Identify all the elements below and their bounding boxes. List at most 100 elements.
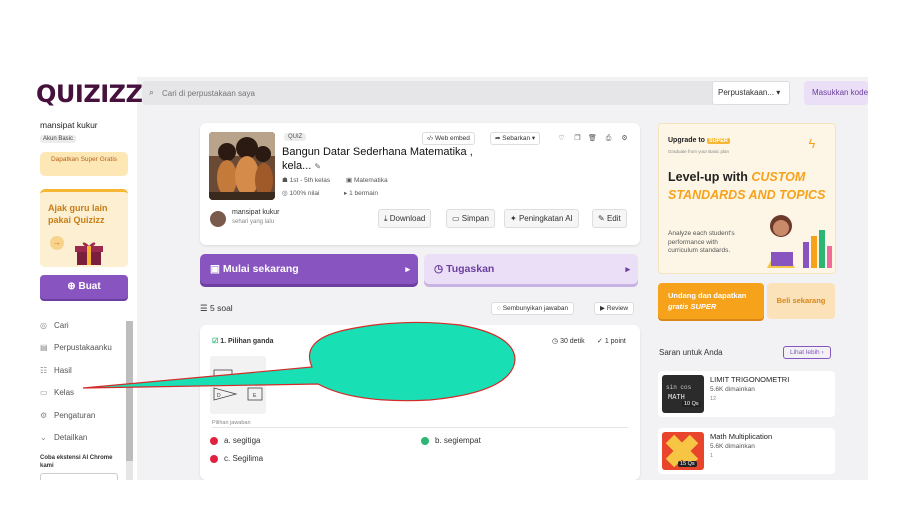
- check-icon: ☑: [212, 338, 219, 345]
- invite-get-super-button[interactable]: Undang dan dapatkan gratis SUPER: [658, 283, 764, 319]
- promo-headline: Level-up with CUSTOM STANDARDS AND TOPIC…: [668, 168, 828, 204]
- trash-icon[interactable]: 🗑: [587, 133, 598, 145]
- search-bar[interactable]: ⌕: [142, 81, 790, 105]
- sidebar-item-label: Kelas: [54, 388, 75, 398]
- question-card: ☑ 1. Pilihan ganda ◷ 30 detik ✓ 1 point …: [200, 325, 640, 480]
- question-count-badge: 15 Qs: [678, 461, 697, 467]
- upgrade-promo-card[interactable]: Upgrade to SUPER Graduate from your Basi…: [658, 123, 836, 274]
- quizizz-app: QUIZIZZ mansipat kukur Akun Basic Dapatk…: [30, 77, 868, 480]
- hide-answers-label: Sembunyikan jawaban: [502, 305, 569, 312]
- classes-icon: ▭: [40, 388, 48, 398]
- gear-icon[interactable]: ⚙: [619, 133, 630, 145]
- hide-answers-button[interactable]: ◌ Sembunyikan jawaban: [491, 302, 575, 315]
- join-code-button[interactable]: Masukkan kode: [804, 81, 868, 105]
- quiz-type-badge: QUIZ: [284, 133, 307, 141]
- bolt-icon: ϟ: [808, 136, 816, 151]
- correct-dot-icon: [421, 436, 429, 445]
- save-button[interactable]: ▭ Simpan: [446, 209, 495, 228]
- suggestion-count: 12: [710, 396, 717, 402]
- create-label: Buat: [78, 281, 101, 292]
- library-select[interactable]: Perpustakaan... ▾: [712, 81, 790, 105]
- upgrade-heading: Upgrade to SUPER: [668, 137, 730, 144]
- suggestion-card[interactable]: sin cos MATH 10 Qs LIMIT TRIGONOMETRI 5.…: [658, 371, 835, 417]
- question-count: ☰ 5 soal: [200, 303, 233, 314]
- start-label: Mulai sekarang: [222, 263, 299, 275]
- target-icon: ◎: [282, 190, 288, 197]
- arrow-right-icon[interactable]: →: [50, 236, 64, 250]
- suggestion-thumbnail: sin cos MATH: [662, 375, 704, 413]
- chrome-extension-button[interactable]: [40, 473, 118, 480]
- upgrade-prefix: Upgrade to: [668, 137, 705, 144]
- sidebar-item-search[interactable]: ◎ Cari: [40, 314, 130, 337]
- chrome-extension-text: Coba ekstensi AI Chrome kami: [40, 455, 113, 469]
- incorrect-dot-icon: [210, 436, 218, 445]
- players-meta: ▸ 1 bermain: [344, 189, 378, 197]
- shape-label-d: D: [217, 393, 221, 399]
- avatar[interactable]: [210, 211, 226, 227]
- ai-enhance-button[interactable]: ✦ Peningkatan AI: [504, 209, 579, 228]
- review-label: Review: [606, 305, 629, 312]
- upgrade-subtitle: Graduate from your Basic plan: [668, 149, 730, 154]
- quizizz-logo[interactable]: QUIZIZZ: [36, 80, 143, 108]
- sidebar-item-library[interactable]: ▤ Perpustakaanku: [40, 337, 130, 360]
- user-name: mansipat kukur: [40, 120, 98, 130]
- sidebar-scrollbar-thumb[interactable]: [126, 321, 133, 461]
- web-embed-button[interactable]: ‹/› Web embed: [422, 132, 475, 145]
- copy-icon[interactable]: ❐: [572, 133, 583, 145]
- question-points-text: 1 point: [604, 338, 626, 345]
- share-button[interactable]: ➦ Sebarkan ▾: [490, 132, 541, 145]
- quiz-title-text: Bangun Datar Sederhana Matematika , kela…: [282, 146, 473, 172]
- sidebar-nav: ◎ Cari ▤ Perpustakaanku ☷ Hasil ▭ Kelas ⚙ Pen…: [40, 314, 130, 449]
- assign-button[interactable]: ◷ Tugaskan ▸: [424, 254, 638, 284]
- sidebar-item-label: Pengaturan: [54, 410, 96, 420]
- start-now-button[interactable]: ▣ Mulai sekarang ▸: [200, 254, 418, 284]
- quiz-title: Bangun Datar Sederhana Matematika , kela…: [282, 145, 482, 174]
- option-c-label: c. Segilima: [224, 454, 264, 463]
- plan-badge: Akun Basic: [40, 135, 77, 143]
- edit-icon: ✎: [598, 214, 605, 223]
- invite-btn-line1: Undang dan dapatkan: [668, 291, 747, 300]
- buy-now-button[interactable]: Beli sekarang: [767, 283, 835, 319]
- compass-icon: ◎: [40, 320, 47, 330]
- quiz-cover-image: [209, 132, 275, 200]
- chevron-right-icon: ›: [821, 349, 824, 356]
- suggestion-name: LIMIT TRIGONOMETRI: [710, 375, 790, 384]
- screenshot-stage: QUIZIZZ mansipat kukur Akun Basic Dapatk…: [0, 0, 900, 506]
- invite-teachers-card[interactable]: Ajak guru lain pakai Quizizz →: [40, 189, 128, 267]
- caret-down-icon: ▾: [531, 135, 536, 142]
- eye-off-icon: ◌: [497, 305, 501, 312]
- print-icon[interactable]: ⎙: [603, 133, 614, 145]
- heart-icon[interactable]: ♡: [556, 133, 567, 145]
- see-more-button[interactable]: Lihat lebih ›: [783, 346, 831, 359]
- get-super-button[interactable]: Dapatkan Super Gratis: [40, 152, 128, 176]
- option-b-label: b. segiempat: [435, 436, 481, 445]
- download-button[interactable]: ⤓ Download: [378, 209, 432, 228]
- sidebar-item-more[interactable]: ⌄ Detailkan: [40, 427, 130, 450]
- subject-icon: ▣: [346, 177, 353, 184]
- suggestion-name: Math Multiplication: [710, 432, 773, 441]
- save-label: Simpan: [461, 214, 489, 223]
- suggestion-card[interactable]: 15 Qs Math Multiplication 5.6K dimainkan…: [658, 428, 835, 474]
- edit-button[interactable]: ✎ Edit: [592, 209, 627, 228]
- monitor-icon: ▣: [210, 263, 220, 275]
- pencil-icon[interactable]: ✎: [314, 162, 321, 171]
- sidebar-item-settings[interactable]: ⚙ Pengaturan: [40, 404, 130, 427]
- share-label: Sebarkan: [502, 135, 531, 142]
- code-icon: ‹/›: [427, 135, 434, 142]
- sidebar-item-classes[interactable]: ▭ Kelas: [40, 382, 130, 405]
- review-button[interactable]: ▶ Review: [594, 302, 635, 315]
- create-button[interactable]: ⊕ Buat: [40, 275, 128, 299]
- library-select-label: Perpustakaan...: [718, 88, 775, 97]
- sidebar-item-results[interactable]: ☷ Hasil: [40, 359, 130, 382]
- owner-name[interactable]: mansipat kukur: [232, 209, 279, 216]
- search-icon: ⌕: [149, 87, 155, 97]
- download-label: Download: [389, 214, 426, 223]
- question-time: ◷ 30 detik: [552, 337, 585, 345]
- web-embed-label: Web embed: [434, 135, 470, 142]
- check-circle-icon: ✓: [597, 338, 603, 345]
- owner-time: sehari yang lalu: [232, 219, 275, 225]
- question-image: D E: [210, 356, 266, 414]
- gift-icon: [75, 242, 103, 265]
- search-input[interactable]: [162, 86, 702, 100]
- grade-text: 1st - 5th kelas: [289, 177, 331, 184]
